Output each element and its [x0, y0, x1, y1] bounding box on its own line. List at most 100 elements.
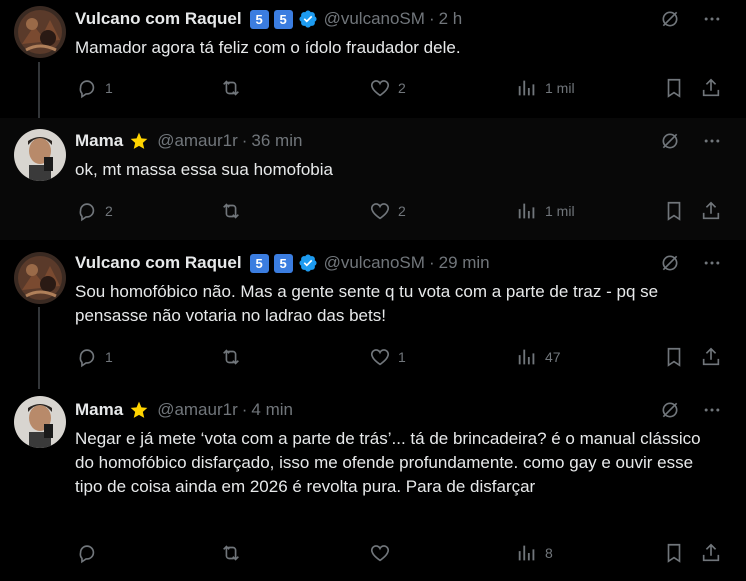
timestamp[interactable]: 29 min — [439, 253, 490, 273]
tweet-header: Mama @amaur1r · 36 min — [75, 130, 302, 152]
like-icon — [370, 203, 390, 220]
retweet-button[interactable] — [219, 342, 250, 372]
display-name[interactable]: Vulcano com Raquel — [75, 9, 242, 29]
tweet-header: Vulcano com Raquel 5 5 @vulcanoSM · 29 m… — [75, 252, 490, 274]
handle[interactable]: @vulcanoSM — [324, 9, 425, 29]
bookmark-button[interactable] — [663, 73, 685, 103]
share-button[interactable] — [700, 342, 722, 372]
emoji-badge: 5 — [249, 253, 269, 273]
bookmark-button[interactable] — [663, 342, 685, 372]
handle[interactable]: @amaur1r — [157, 400, 238, 420]
avatar-vulcano[interactable] — [14, 6, 66, 58]
timestamp[interactable]: 2 h — [439, 9, 463, 29]
tweet-text: Sou homofóbico não. Mas a gente sente q … — [75, 282, 659, 325]
views-button[interactable]: 1 mil — [516, 196, 575, 226]
retweet-button[interactable] — [219, 73, 250, 103]
tweet[interactable]: Vulcano com Raquel 5 5 @vulcanoSM · 29 m… — [0, 240, 746, 388]
retweet-icon — [223, 545, 239, 561]
bookmark-icon — [667, 347, 681, 367]
grok-icon[interactable] — [660, 131, 680, 151]
reply-icon — [79, 203, 95, 222]
display-name[interactable]: Mama — [75, 400, 123, 420]
emoji-badge: 5 — [273, 253, 293, 273]
tweet-top-actions — [660, 9, 722, 29]
handle[interactable]: @vulcanoSM — [324, 253, 425, 273]
reply-button[interactable]: 2 — [76, 196, 113, 226]
tweet-actions: 1 1 47 — [0, 342, 746, 372]
bookmark-button[interactable] — [663, 538, 685, 568]
tweet[interactable]: Mama @amaur1r · 36 min ok, mt massa essa… — [0, 118, 746, 240]
grok-icon[interactable] — [660, 400, 680, 420]
reply-button[interactable]: 1 — [76, 73, 113, 103]
tweet-actions: 1 2 1 mil — [0, 73, 746, 103]
retweet-icon — [223, 203, 239, 219]
like-icon — [370, 80, 390, 97]
emoji-badge: 5 — [273, 9, 293, 29]
views-count: 1 mil — [545, 203, 575, 219]
bookmark-button[interactable] — [663, 196, 685, 226]
verified-icon[interactable] — [298, 253, 318, 273]
tweet[interactable]: Vulcano com Raquel 5 5 @vulcanoSM · 2 h … — [0, 0, 746, 118]
views-icon — [518, 545, 535, 561]
tweet-header: Mama @amaur1r · 4 min — [75, 399, 293, 421]
share-icon — [702, 543, 720, 562]
tweet-actions: 2 2 1 mil — [0, 196, 746, 226]
avatar-mama[interactable] — [14, 396, 66, 448]
verified-icon[interactable] — [298, 9, 318, 29]
retweet-button[interactable] — [219, 538, 250, 568]
like-icon — [370, 349, 390, 366]
retweet-icon — [223, 349, 239, 365]
share-button[interactable] — [700, 538, 722, 568]
timestamp[interactable]: 36 min — [251, 131, 302, 151]
display-name[interactable]: Mama — [75, 131, 123, 151]
avatar-mama[interactable] — [14, 129, 66, 181]
tweet[interactable]: Mama @amaur1r · 4 min Negar e já mete ‘v… — [0, 388, 746, 581]
views-button[interactable]: 47 — [516, 342, 561, 372]
reply-button[interactable] — [76, 538, 105, 568]
separator: · — [241, 131, 248, 150]
like-button[interactable]: 2 — [369, 73, 406, 103]
more-icon[interactable] — [702, 400, 722, 420]
like-count: 2 — [398, 80, 406, 96]
views-button[interactable]: 1 mil — [516, 73, 575, 103]
share-button[interactable] — [700, 73, 722, 103]
tweet-top-actions — [660, 253, 722, 273]
like-button[interactable]: 1 — [369, 342, 406, 372]
emoji-badge: 5 — [249, 9, 269, 29]
share-button[interactable] — [700, 196, 722, 226]
like-count: 1 — [398, 349, 406, 365]
reply-icon — [79, 80, 95, 99]
star-icon — [130, 132, 148, 149]
bookmark-icon — [667, 78, 681, 98]
bookmark-icon — [667, 543, 681, 563]
timestamp[interactable]: 4 min — [251, 400, 293, 420]
views-count: 47 — [545, 349, 561, 365]
views-button[interactable]: 8 — [516, 538, 553, 568]
more-icon[interactable] — [702, 253, 722, 273]
tweet-top-actions — [660, 400, 722, 420]
grok-icon[interactable] — [660, 9, 680, 29]
share-icon — [702, 201, 720, 220]
grok-icon[interactable] — [660, 253, 680, 273]
reply-icon — [79, 545, 95, 564]
tweet-top-actions — [660, 131, 722, 151]
display-name[interactable]: Vulcano com Raquel — [75, 253, 242, 273]
reply-count: 1 — [105, 349, 113, 365]
like-icon — [370, 545, 390, 562]
retweet-button[interactable] — [219, 196, 250, 226]
bookmark-icon — [667, 201, 681, 221]
views-count: 1 mil — [545, 80, 575, 96]
more-icon[interactable] — [702, 131, 722, 151]
reply-icon — [79, 349, 95, 368]
reply-button[interactable]: 1 — [76, 342, 113, 372]
like-button[interactable] — [369, 538, 398, 568]
avatar-vulcano[interactable] — [14, 252, 66, 304]
more-icon[interactable] — [702, 9, 722, 29]
separator: · — [428, 9, 435, 28]
views-icon — [518, 203, 535, 219]
tweet-text: Negar e já mete ‘vota com a parte de trá… — [75, 429, 701, 496]
like-button[interactable]: 2 — [369, 196, 406, 226]
tweet-actions: 8 — [0, 538, 746, 568]
handle[interactable]: @amaur1r — [157, 131, 238, 151]
star-icon — [130, 401, 148, 418]
